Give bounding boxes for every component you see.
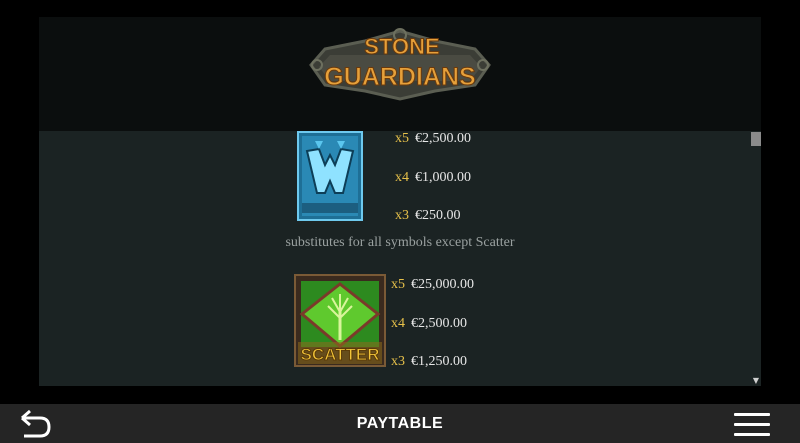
- svg-text:GUARDIANS: GUARDIANS: [324, 63, 475, 91]
- wild-payout-x3: x3 €250.00: [395, 208, 461, 223]
- scatter-payout-x5: x5 €25,000.00: [391, 277, 474, 292]
- scatter-payout-x4: x4 €2,500.00: [391, 316, 467, 331]
- wild-w-icon: [297, 131, 363, 221]
- wild-payout-x5: x5 €2,500.00: [395, 131, 471, 146]
- scatter-tree-icon: SCATTER: [294, 274, 386, 367]
- menu-line: [734, 413, 770, 416]
- scroll-thumb[interactable]: [751, 132, 761, 146]
- scrollbar[interactable]: ▼: [750, 131, 761, 386]
- bottom-bar: PAYTABLE: [0, 404, 800, 443]
- wild-payout-x4: x4 €1,000.00: [395, 170, 471, 185]
- page-title: PAYTABLE: [356, 415, 444, 432]
- hamburger-menu-icon[interactable]: [734, 413, 770, 437]
- wild-description: substitutes for all symbols except Scatt…: [285, 235, 515, 250]
- svg-text:SCATTER: SCATTER: [300, 345, 379, 364]
- scatter-payout-x3: x3 €1,250.00: [391, 354, 467, 369]
- menu-line: [734, 433, 770, 436]
- svg-text:STONE: STONE: [364, 34, 439, 59]
- stone-guardians-logo: STONE GUARDIANS: [309, 28, 491, 101]
- scroll-down-arrow-icon[interactable]: ▼: [751, 376, 761, 385]
- menu-line: [734, 423, 770, 426]
- paytable-content[interactable]: x5 €2,500.00 x4 €1,000.00 x3 €250.00 substi…: [39, 131, 761, 386]
